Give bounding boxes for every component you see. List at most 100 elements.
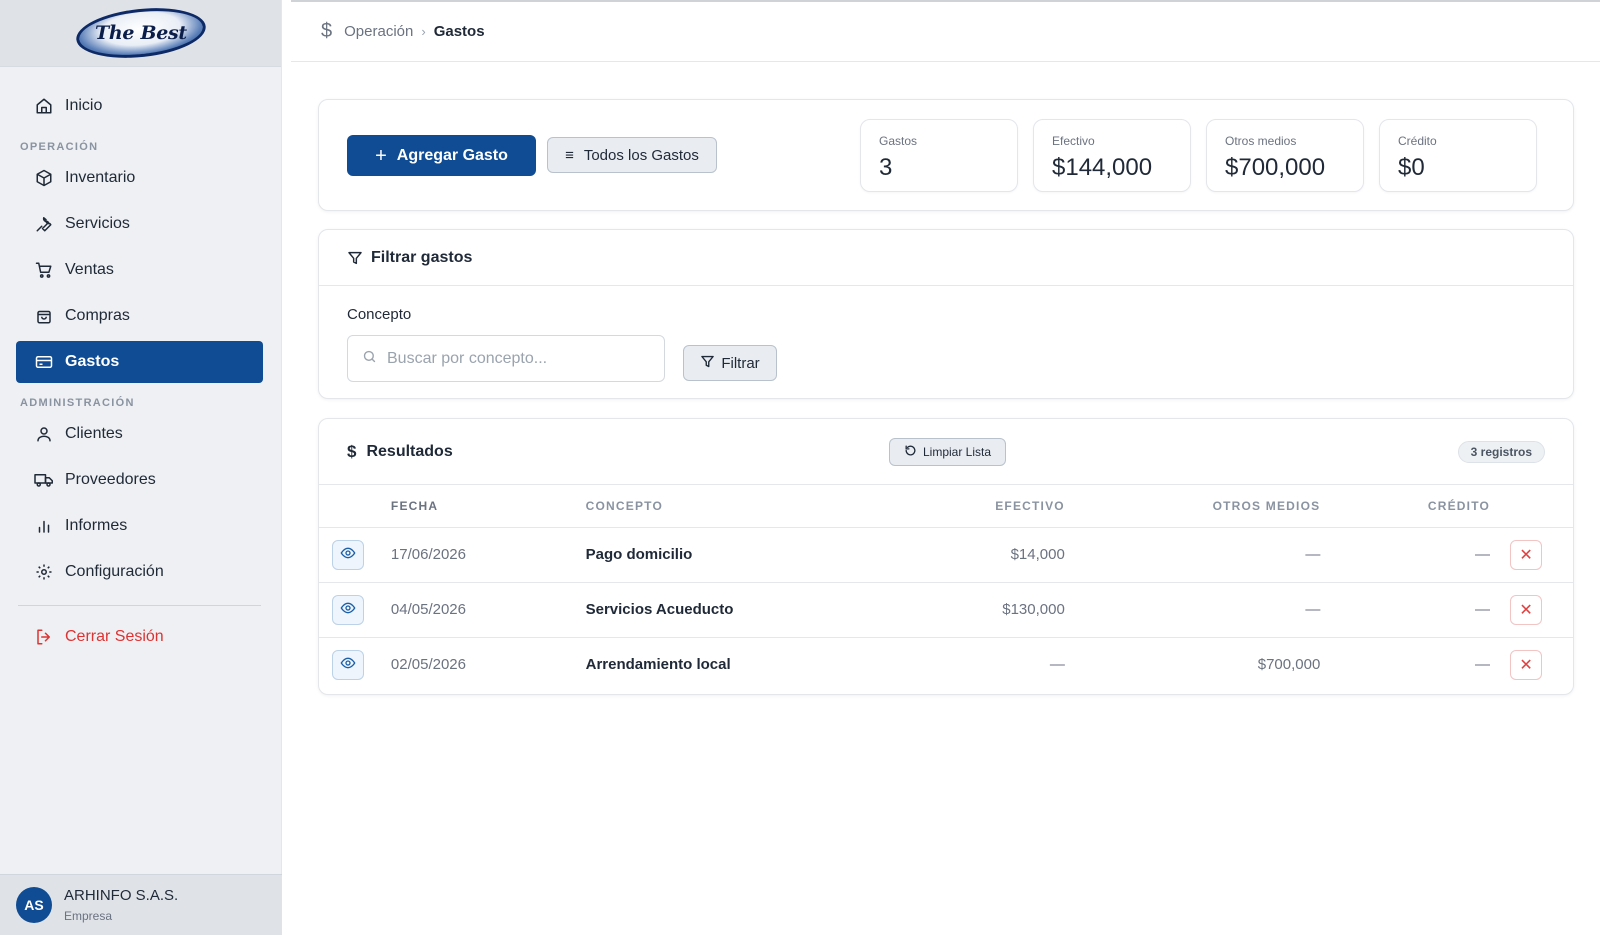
sidebar-item-label: Gastos xyxy=(65,353,120,370)
breadcrumb-current: Gastos xyxy=(433,23,485,40)
sidebar-item-label: Inicio xyxy=(65,97,103,114)
delete-button[interactable]: ✕ xyxy=(1510,649,1543,680)
eye-icon xyxy=(340,655,356,675)
results-header: $ Resultados Limpiar Lista 3 registros xyxy=(319,419,1573,485)
search-input[interactable] xyxy=(387,349,647,368)
records-badge: 3 registros xyxy=(1457,441,1545,463)
stat-value: 3 xyxy=(879,154,893,181)
col-concepto: CONCEPTO xyxy=(585,485,906,528)
clear-list-button[interactable]: Limpiar Lista xyxy=(889,438,1006,466)
close-icon: ✕ xyxy=(1519,656,1533,674)
cell-efectivo: — xyxy=(1049,656,1065,674)
col-efectivo: EFECTIVO xyxy=(905,485,1065,528)
all-expenses-button[interactable]: ≡ Todos los Gastos xyxy=(547,137,717,173)
table-row: 04/05/2026 Servicios Acueducto $130,000 … xyxy=(319,582,1573,638)
view-button[interactable] xyxy=(332,594,364,625)
sidebar-item-proveedores[interactable]: Proveedores xyxy=(16,459,263,501)
user-profile[interactable]: AS ARHINFO S.A.S. Empresa xyxy=(0,874,282,935)
summary-card: + Agregar Gasto ≡ Todos los Gastos Gasto… xyxy=(318,99,1574,211)
filter-header: Filtrar gastos xyxy=(319,230,1573,286)
stat-efectivo: Efectivo $144,000 xyxy=(1033,119,1191,192)
section-admin-title: ADMINISTRACIÓN xyxy=(20,397,135,409)
sidebar-item-configuracion[interactable]: Configuración xyxy=(16,551,263,593)
logout-label: Cerrar Sesión xyxy=(65,628,164,645)
user-role: Empresa xyxy=(64,909,113,923)
sidebar-item-label: Proveedores xyxy=(65,471,156,488)
sidebar-item-label: Ventas xyxy=(65,261,114,278)
table-header-row: FECHA CONCEPTO EFECTIVO OTROS MEDIOS CRÉ… xyxy=(319,485,1573,528)
sidebar-item-gastos[interactable]: Gastos xyxy=(16,341,263,383)
search-icon xyxy=(362,349,377,369)
sidebar-item-compras[interactable]: Compras xyxy=(16,295,263,337)
table-row: 02/05/2026 Arrendamiento local — $700,00… xyxy=(319,637,1573,692)
home-icon xyxy=(34,96,54,116)
brand-logo[interactable]: The Best xyxy=(73,2,208,64)
cell-efectivo: $130,000 xyxy=(905,582,1065,638)
bar-chart-icon xyxy=(34,516,54,536)
cell-efectivo: $14,000 xyxy=(905,527,1065,583)
clear-list-label: Limpiar Lista xyxy=(922,445,992,459)
results-title: Resultados xyxy=(366,442,453,460)
list-icon: ≡ xyxy=(565,146,574,164)
breadcrumb-separator: › xyxy=(421,24,426,39)
add-expense-button[interactable]: + Agregar Gasto xyxy=(347,135,536,176)
expenses-table: FECHA CONCEPTO EFECTIVO OTROS MEDIOS CRÉ… xyxy=(319,485,1573,692)
logo-area: The Best xyxy=(0,0,281,67)
cell-concepto: Arrendamiento local xyxy=(585,656,731,674)
table-row: 17/06/2026 Pago domicilio $14,000 — — ✕ xyxy=(319,527,1573,583)
cell-fecha: 04/05/2026 xyxy=(390,582,586,638)
delete-button[interactable]: ✕ xyxy=(1510,539,1543,570)
filter-icon xyxy=(347,250,363,266)
sidebar-item-informes[interactable]: Informes xyxy=(16,505,263,547)
breadcrumb: $ Operación › Gastos xyxy=(291,0,1600,62)
sidebar-item-ventas[interactable]: Ventas xyxy=(16,249,263,291)
col-otros-medios: OTROS MEDIOS xyxy=(1064,485,1321,528)
view-button[interactable] xyxy=(332,539,364,570)
add-expense-label: Agregar Gasto xyxy=(396,146,508,164)
sidebar-item-inventario[interactable]: Inventario xyxy=(16,157,263,199)
logout-button[interactable]: Cerrar Sesión xyxy=(16,616,263,658)
cell-otros-medios: — xyxy=(1064,582,1321,638)
sidebar-item-servicios[interactable]: Servicios xyxy=(16,203,263,245)
stat-label: Otros medios xyxy=(1225,134,1297,148)
stat-label: Gastos xyxy=(879,134,918,148)
stat-gastos: Gastos 3 xyxy=(860,119,1018,192)
cell-concepto: Servicios Acueducto xyxy=(585,582,906,638)
sidebar-item-inicio[interactable]: Inicio xyxy=(16,85,263,127)
cell-otros-medios: $700,000 xyxy=(1257,656,1321,674)
stat-value: $0 xyxy=(1398,154,1425,181)
col-credito: CRÉDITO xyxy=(1320,485,1491,528)
sidebar-item-label: Inventario xyxy=(65,169,136,186)
dollar-icon: $ xyxy=(321,20,333,42)
stat-label: Efectivo xyxy=(1052,134,1095,148)
filter-button[interactable]: Filtrar xyxy=(683,345,777,381)
sidebar: The Best Inicio OPERACIÓN Inventario Ser… xyxy=(0,0,282,935)
sidebar-item-label: Compras xyxy=(65,307,130,324)
reset-icon xyxy=(904,444,917,460)
sidebar-item-label: Clientes xyxy=(65,425,123,442)
gear-icon xyxy=(34,562,54,582)
avatar: AS xyxy=(16,887,52,923)
cell-fecha: 17/06/2026 xyxy=(390,527,586,583)
close-icon: ✕ xyxy=(1519,546,1533,564)
search-box[interactable] xyxy=(347,335,665,382)
all-expenses-label: Todos los Gastos xyxy=(583,146,699,164)
stat-otros-medios: Otros medios $700,000 xyxy=(1206,119,1364,192)
delete-button[interactable]: ✕ xyxy=(1510,594,1543,625)
breadcrumb-parent[interactable]: Operación xyxy=(344,23,413,40)
eye-icon xyxy=(340,600,356,620)
concept-label: Concepto xyxy=(347,306,412,323)
col-delete xyxy=(1490,485,1573,528)
nav-divider xyxy=(18,605,261,606)
close-icon: ✕ xyxy=(1519,601,1533,619)
user-icon xyxy=(34,424,54,444)
sidebar-item-clientes[interactable]: Clientes xyxy=(16,413,263,455)
stat-label: Crédito xyxy=(1398,134,1437,148)
cell-credito: — xyxy=(1320,527,1491,583)
filter-icon xyxy=(700,354,715,373)
credit-card-icon xyxy=(34,352,54,372)
cell-fecha: 02/05/2026 xyxy=(390,656,466,674)
view-button[interactable] xyxy=(332,649,364,680)
stat-credito: Crédito $0 xyxy=(1379,119,1537,192)
plus-icon: + xyxy=(375,144,387,167)
